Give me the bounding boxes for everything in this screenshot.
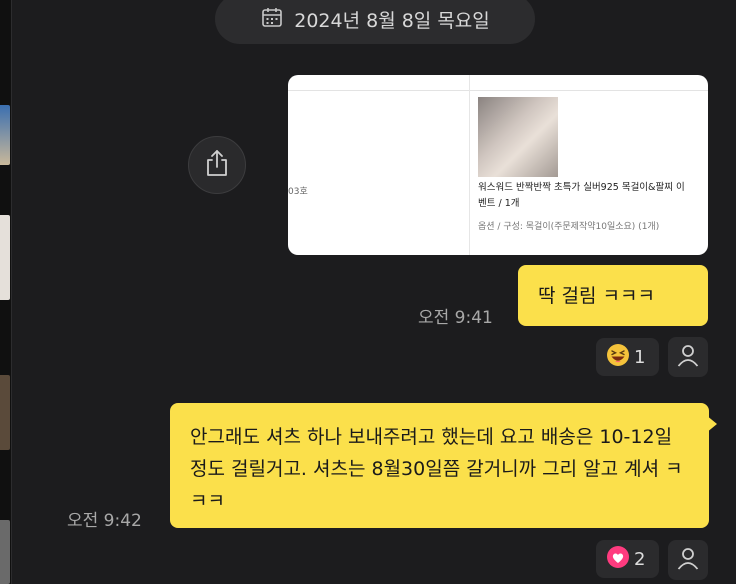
reaction-count: 2 [634,548,646,570]
reaction-user-button[interactable] [668,540,708,580]
left-sidebar-strip [0,0,11,584]
message-bubble[interactable]: 딱 걸림 ㅋㅋㅋ [518,265,708,326]
image-divider [288,90,708,91]
reaction-badge[interactable]: 1 [596,338,659,376]
image-left-text: 03호 [288,187,308,197]
thumbnail [0,375,10,450]
date-text: 2024년 8월 8일 목요일 [294,9,490,32]
product-photo [478,97,558,177]
thumbnail [0,105,10,165]
bubble-tail [706,415,717,433]
heart-emoji-icon [606,545,630,574]
reaction-count: 1 [634,346,646,368]
grinning-squint-emoji-icon [606,343,630,372]
date-header: 2024년 8월 8일 목요일 [215,0,535,44]
thumbnail [0,520,10,584]
share-button[interactable] [188,136,246,194]
image-divider [469,75,470,255]
message-bubble[interactable]: 안그래도 셔츠 하나 보내주려고 했는데 요고 배송은 10-12일정도 걸릴거… [170,403,709,528]
reaction-badge[interactable]: 2 [596,540,659,578]
thumbnail [0,215,10,300]
product-option: 옵션 / 구성: 목걸이(주문제작약10일소요) (1개) [478,222,660,232]
reaction-user-button[interactable] [668,337,708,377]
shared-image[interactable]: 03호 워스워드 반짝반짝 초특가 실버925 목걸이&팔찌 이벤트 / 1개 … [288,75,708,255]
panel-divider [11,0,12,584]
message-time: 오전 9:42 [67,511,142,531]
share-icon [203,148,231,182]
person-icon [675,342,701,372]
message-time: 오전 9:41 [418,308,493,328]
person-icon [675,545,701,575]
calendar-icon [260,5,284,34]
product-name: 워스워드 반짝반짝 초특가 실버925 목걸이&팔찌 이벤트 / 1개 [478,182,685,209]
